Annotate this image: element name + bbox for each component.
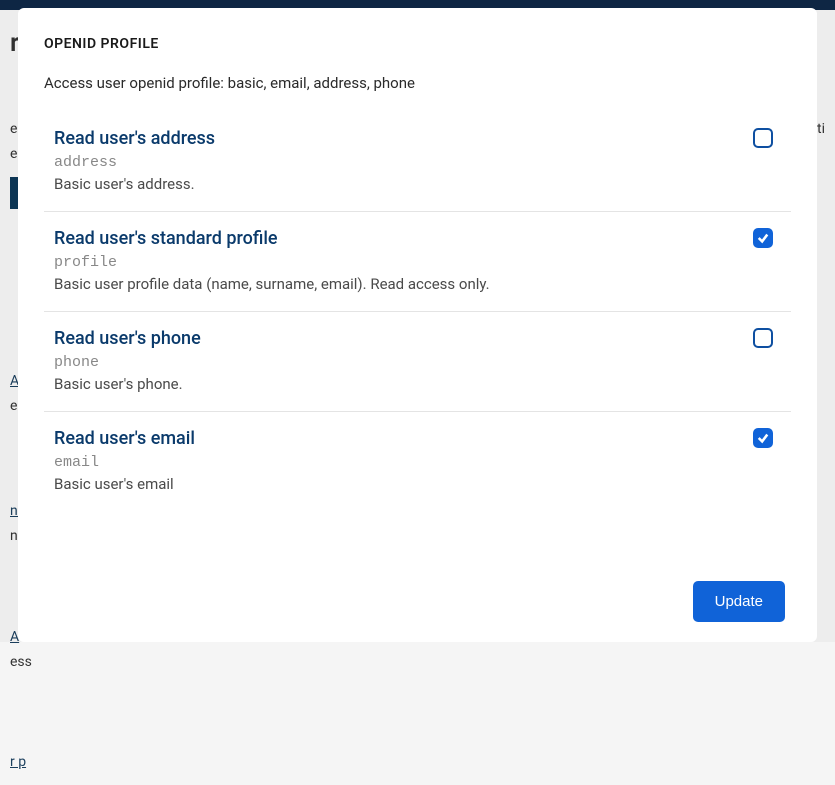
permission-title: Read user's standard profile xyxy=(54,228,791,249)
check-icon xyxy=(757,432,769,444)
permission-item-phone: Read user's phone phone Basic user's pho… xyxy=(44,312,791,412)
permission-desc: Basic user's phone. xyxy=(54,375,791,393)
permission-checkbox-phone[interactable] xyxy=(753,328,773,348)
permission-item-profile: Read user's standard profile profile Bas… xyxy=(44,212,791,312)
permission-code: phone xyxy=(54,354,791,371)
openid-profile-dialog: OPENID PROFILE Access user openid profil… xyxy=(18,8,817,642)
permission-title: Read user's address xyxy=(54,128,791,149)
check-icon xyxy=(757,232,769,244)
permission-desc: Basic user profile data (name, surname, … xyxy=(54,275,791,293)
update-button[interactable]: Update xyxy=(693,581,785,622)
bg-text: ess xyxy=(10,650,825,675)
permission-desc: Basic user's address. xyxy=(54,175,791,193)
permission-title: Read user's email xyxy=(54,428,791,449)
dialog-footer: Update xyxy=(44,559,791,622)
bg-link: r p xyxy=(10,750,825,775)
dialog-title: OPENID PROFILE xyxy=(44,36,791,52)
permission-item-email: Read user's email email Basic user's ema… xyxy=(44,412,791,511)
permission-title: Read user's phone xyxy=(54,328,791,349)
permission-checkbox-profile[interactable] xyxy=(753,228,773,248)
permission-checkbox-email[interactable] xyxy=(753,428,773,448)
dialog-subtitle: Access user openid profile: basic, email… xyxy=(44,74,791,92)
permission-code: email xyxy=(54,454,791,471)
permission-checkbox-address[interactable] xyxy=(753,128,773,148)
permission-desc: Basic user's email xyxy=(54,475,791,493)
permission-list: Read user's address address Basic user's… xyxy=(44,112,791,559)
permission-code: address xyxy=(54,154,791,171)
permission-item-address: Read user's address address Basic user's… xyxy=(44,112,791,212)
permission-code: profile xyxy=(54,254,791,271)
